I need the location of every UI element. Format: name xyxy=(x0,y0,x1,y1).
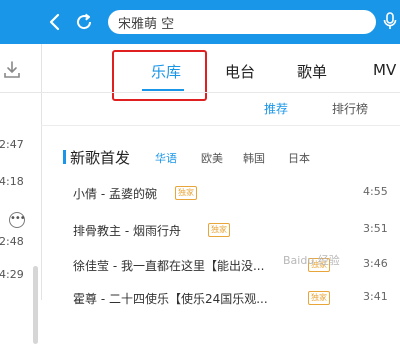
filter-western[interactable]: 欧美 xyxy=(201,150,223,166)
exclusive-badge: 独家 xyxy=(308,291,330,305)
refresh-icon[interactable] xyxy=(73,11,95,33)
song-duration: 3:41 xyxy=(363,290,388,303)
tab-mv[interactable]: MV xyxy=(373,61,396,79)
ellipsis-icon[interactable]: ••• xyxy=(9,212,26,228)
sidebar-scrollbar[interactable] xyxy=(33,266,38,344)
active-tab-indicator xyxy=(142,89,184,91)
section-accent-bar xyxy=(63,150,66,164)
chevron-left-icon[interactable] xyxy=(44,11,66,33)
subtab-recommend[interactable]: 推荐 xyxy=(264,100,288,117)
sidebar-divider xyxy=(0,92,41,93)
song-row[interactable]: 小倩 - 孟婆的碗 独家 4:55 xyxy=(41,181,400,207)
song-title[interactable]: 徐佳莹 - 我一直都在这里【能出没... xyxy=(73,257,264,274)
search-input[interactable] xyxy=(118,10,358,34)
song-row[interactable]: 徐佳莹 - 我一直都在这里【能出没... 独家 3:46 xyxy=(41,253,400,279)
subtabs-divider xyxy=(41,125,400,126)
sidebar-time: 02:48 xyxy=(0,235,24,248)
song-row[interactable]: 排骨教主 - 烟雨行舟 独家 3:51 xyxy=(41,218,400,244)
tab-gedan[interactable]: 歌单 xyxy=(297,61,327,82)
song-duration: 3:51 xyxy=(363,222,388,235)
filter-japanese[interactable]: 日本 xyxy=(288,150,310,166)
filter-chinese[interactable]: 华语 xyxy=(155,150,177,166)
exclusive-badge: 独家 xyxy=(208,223,230,237)
download-icon[interactable] xyxy=(2,60,22,80)
song-title[interactable]: 排骨教主 - 烟雨行舟 xyxy=(73,222,181,239)
section-title: 新歌首发 xyxy=(70,149,131,167)
tab-diantai[interactable]: 电台 xyxy=(225,61,255,82)
filter-korean[interactable]: 韩国 xyxy=(243,150,265,166)
song-title[interactable]: 小倩 - 孟婆的碗 xyxy=(73,185,157,202)
sidebar-time: 02:47 xyxy=(0,138,24,151)
song-duration: 4:55 xyxy=(363,185,388,198)
microphone-icon[interactable] xyxy=(383,12,397,30)
sidebar-time: 04:18 xyxy=(0,175,24,188)
top-toolbar xyxy=(0,0,400,44)
left-sidebar: 02:47 ••• 04:18 02:48 04:29 xyxy=(0,44,42,344)
tabs-divider xyxy=(41,92,400,93)
song-duration: 3:46 xyxy=(363,257,388,270)
sidebar-time: 04:29 xyxy=(0,268,24,281)
subtab-ranking[interactable]: 排行榜 xyxy=(332,100,368,117)
song-title[interactable]: 霍尊 - 二十四使乐【使乐24国乐观... xyxy=(73,290,268,307)
search-box[interactable] xyxy=(108,10,376,34)
exclusive-badge: 独家 xyxy=(175,186,197,200)
watermark: Baidu 经验 xyxy=(283,254,340,267)
song-row[interactable]: 霍尊 - 二十四使乐【使乐24国乐观... 独家 3:41 xyxy=(41,286,400,312)
tab-yueku[interactable]: 乐库 xyxy=(151,61,181,82)
